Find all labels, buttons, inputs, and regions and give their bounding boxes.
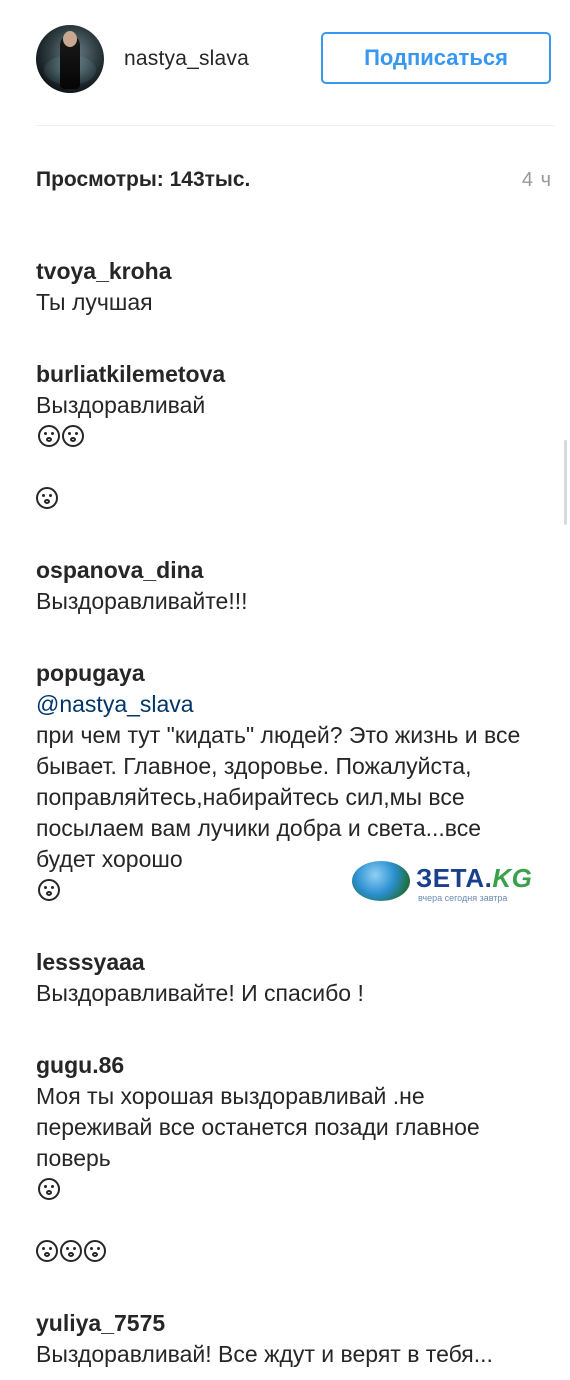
comment-username[interactable]: tvoya_kroha	[36, 258, 172, 284]
comment: burliatkilemetova Выздоравливай	[36, 328, 534, 514]
comment-username[interactable]: burliatkilemetova	[36, 361, 225, 387]
comment-username[interactable]: ospanova_dina	[36, 557, 203, 583]
face-emoji-icon	[36, 1240, 58, 1262]
face-emoji-icon	[84, 1240, 106, 1262]
comment-text: Выздоравливайте! И спасибо !	[36, 980, 364, 1006]
scrollbar[interactable]	[564, 440, 567, 525]
views-count: Просмотры: 143тыс.	[36, 168, 251, 191]
comment: tvoya_kroha Ты лучшая	[36, 225, 534, 318]
comment-text: Выздоравливай	[36, 392, 206, 418]
avatar-head	[63, 31, 77, 47]
face-emoji-icon	[38, 425, 60, 447]
username-link[interactable]: nastya_slava	[124, 47, 249, 71]
comment-username[interactable]: popugaya	[36, 660, 145, 686]
watermark-brand-tld: KG	[492, 863, 533, 893]
avatar[interactable]	[36, 25, 104, 93]
divider	[36, 125, 554, 126]
follow-button[interactable]: Подписаться	[321, 32, 551, 84]
comment-text: при чем тут "кидать" людей? Это жизнь и …	[36, 722, 521, 872]
comment-text: Моя ты хорошая выздоравливай .не пережив…	[36, 1083, 480, 1171]
comment-username[interactable]: yuliya_7575	[36, 1310, 165, 1336]
post-header: nastya_slava Подписаться	[0, 0, 570, 125]
face-emoji-icon	[38, 1178, 60, 1200]
post-time[interactable]: 4 ч	[522, 169, 552, 192]
globe-logo-icon	[352, 861, 410, 901]
watermark-tagline: вчера сегодня завтра	[418, 893, 508, 903]
comment-username[interactable]: gugu.86	[36, 1052, 124, 1078]
comment: lesssyaaa Выздоравливайте! И спасибо !	[36, 916, 534, 1009]
comment-text: Ты лучшая	[36, 289, 153, 315]
watermark-logo: ЗЕТА.KG вчера сегодня завтра	[352, 855, 568, 905]
face-emoji-icon	[60, 1240, 82, 1262]
comment-text: Выздоравливайте!!!	[36, 588, 248, 614]
comment: ospanova_dina Выздоравливайте!!!	[36, 524, 534, 617]
comment: yuliya_7575 Выздоравливай! Все ждут и ве…	[36, 1277, 534, 1370]
face-emoji-icon	[36, 487, 58, 509]
watermark-brand: ЗЕТА.KG	[416, 863, 532, 894]
face-emoji-icon	[62, 425, 84, 447]
watermark-brand-main: ЗЕТА.	[416, 863, 493, 893]
comment-list: tvoya_kroha Ты лучшая burliatkilemetova …	[36, 225, 534, 1380]
comment-username[interactable]: lesssyaaa	[36, 949, 145, 975]
comment-text: Выздоравливай! Все ждут и верят в тебя..…	[36, 1341, 493, 1367]
comment: gugu.86 Моя ты хорошая выздоравливай .не…	[36, 1019, 534, 1267]
comment-mention[interactable]: @nastya_slava	[36, 691, 194, 717]
face-emoji-icon	[38, 879, 60, 901]
